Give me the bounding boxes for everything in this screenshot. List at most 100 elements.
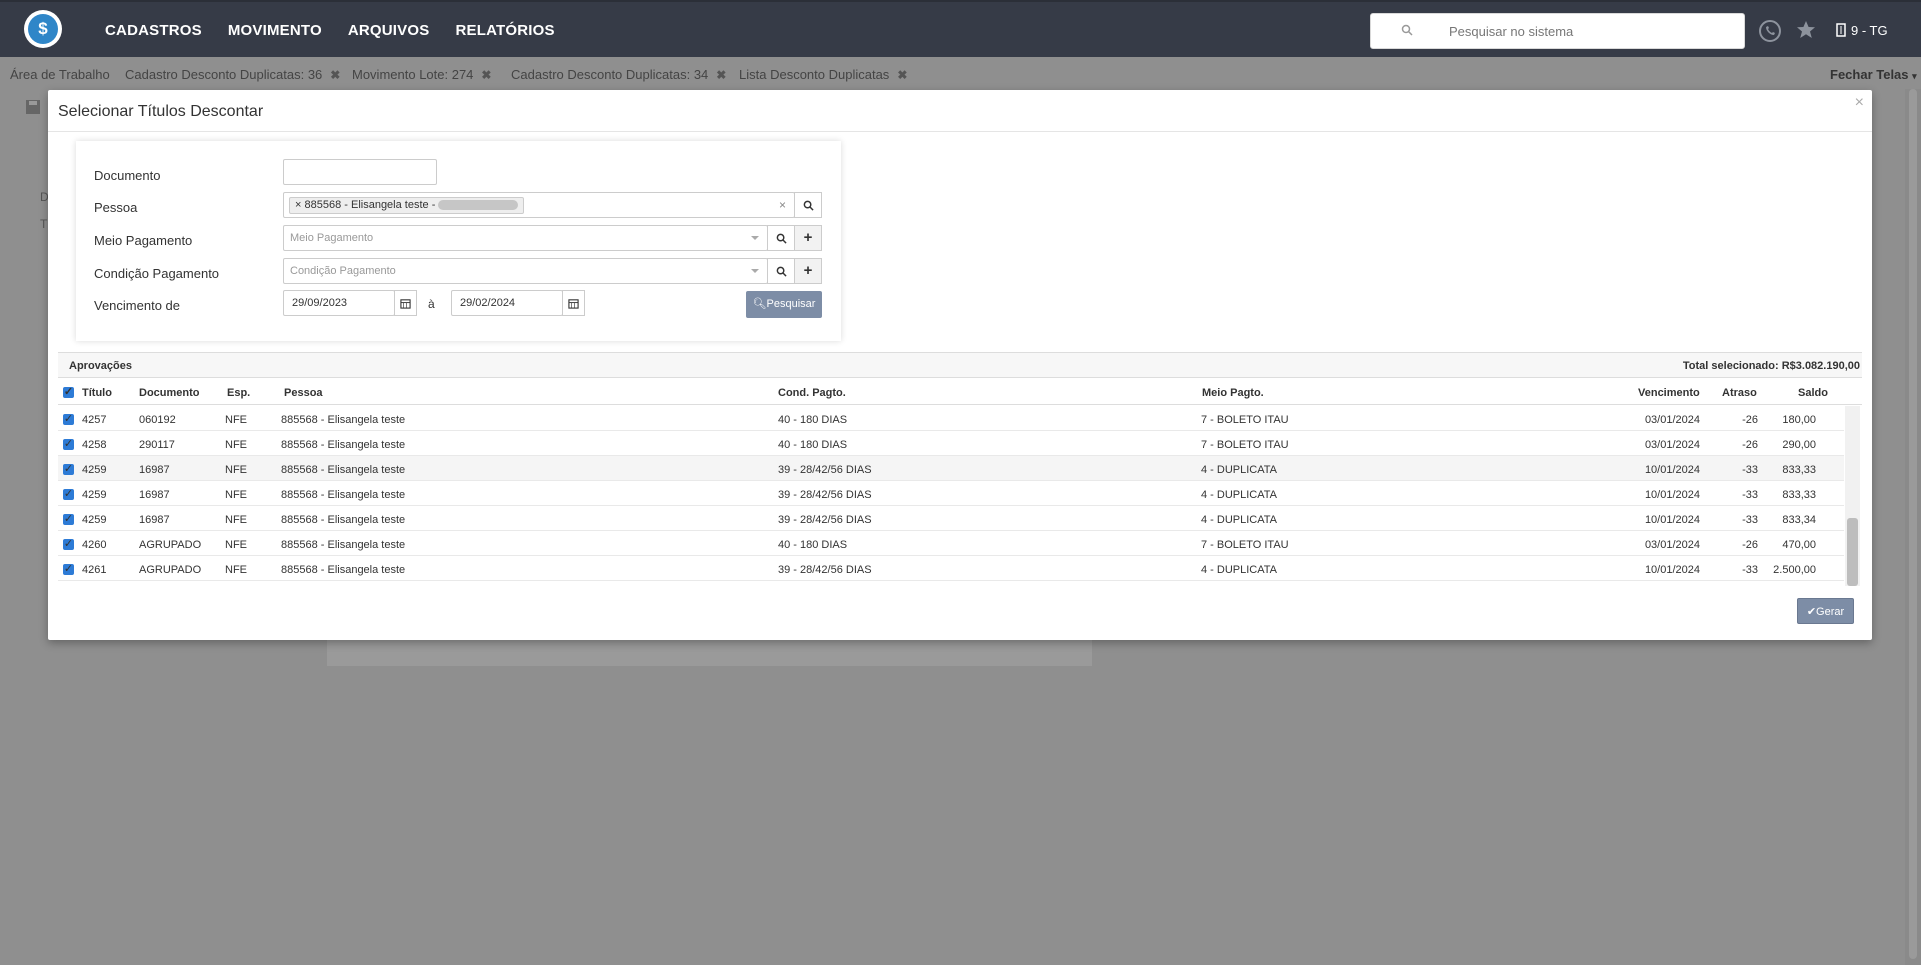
col-documento[interactable]: Documento <box>139 387 200 399</box>
col-especie[interactable]: Esp. <box>227 387 250 399</box>
documento-label: Documento <box>94 168 161 183</box>
grid-column-header: ✓ Título Documento Esp. Pessoa Cond. Pag… <box>58 379 1862 405</box>
cell-cond-pagto: 39 - 28/42/56 DIAS <box>778 564 872 576</box>
vencimento-de-value: 29/09/2023 <box>292 297 348 309</box>
condicao-pagamento-select[interactable]: Condição Pagamento <box>283 258 768 284</box>
meio-pagamento-label: Meio Pagamento <box>94 233 193 248</box>
row-checkbox[interactable]: ✓ <box>63 464 74 475</box>
vencimento-de-input[interactable]: 29/09/2023 <box>283 290 395 316</box>
app-logo[interactable]: $ <box>24 10 62 48</box>
meio-pagamento-add-button[interactable]: + <box>794 225 822 251</box>
tab-lista-desconto[interactable]: Lista Desconto Duplicatas ✖ <box>739 67 907 82</box>
row-checkbox[interactable]: ✓ <box>63 489 74 500</box>
cell-vencimento: 03/01/2024 <box>1644 439 1700 451</box>
cell-vencimento: 10/01/2024 <box>1644 514 1700 526</box>
modal-divider <box>48 131 1872 132</box>
grid-scrollbar[interactable] <box>1845 406 1860 586</box>
table-row[interactable]: ✓ 4261 AGRUPADO NFE 885568 - Elisangela test… <box>58 556 1844 581</box>
select-all-checkbox[interactable]: ✓ <box>63 387 74 398</box>
close-icon[interactable]: ✖ <box>716 68 726 82</box>
col-vencimento[interactable]: Vencimento <box>1638 387 1700 399</box>
redacted-text <box>438 200 519 211</box>
vencimento-ate-calendar-button[interactable] <box>562 290 585 316</box>
col-cond-pagto[interactable]: Cond. Pagto. <box>778 387 846 399</box>
grid-scrollbar-thumb[interactable] <box>1847 518 1858 586</box>
vencimento-de-calendar-button[interactable] <box>394 290 417 316</box>
table-row[interactable]: ✓ 4260 AGRUPADO NFE 885568 - Elisangela test… <box>58 531 1844 556</box>
pessoa-search-button[interactable] <box>794 192 822 218</box>
table-row[interactable]: ✓ 4257 060192 NFE 885568 - Elisangela teste 4… <box>58 406 1844 431</box>
menu-cadastros[interactable]: CADASTROS <box>105 22 202 39</box>
table-row[interactable]: ✓ 4259 16987 NFE 885568 - Elisangela teste 39… <box>58 506 1844 531</box>
col-meio-pagto[interactable]: Meio Pagto. <box>1202 387 1264 399</box>
system-search-input[interactable]: Pesquisar no sistema <box>1370 13 1745 49</box>
grid-section-title: Aprovações <box>69 360 132 372</box>
page-scrollbar-thumb[interactable] <box>1909 89 1917 959</box>
meio-pagamento-search-button[interactable] <box>767 225 795 251</box>
close-icon[interactable]: × <box>1855 94 1864 112</box>
tab-label: Movimento Lote: 274 <box>352 67 474 82</box>
menu-movimento[interactable]: MOVIMENTO <box>228 22 322 39</box>
condicao-pagamento-add-button[interactable]: + <box>794 258 822 284</box>
close-icon[interactable]: ✖ <box>481 68 491 82</box>
row-checkbox[interactable]: ✓ <box>63 414 74 425</box>
cell-especie: NFE <box>225 439 247 451</box>
save-icon[interactable] <box>25 99 41 115</box>
gerar-button[interactable]: ✔Gerar <box>1797 598 1854 624</box>
tab-area-de-trabalho[interactable]: Área de Trabalho <box>10 67 110 82</box>
cell-atraso: -33 <box>1742 514 1758 526</box>
close-icon[interactable]: ✖ <box>897 68 907 82</box>
cell-vencimento: 03/01/2024 <box>1644 414 1700 426</box>
row-checkbox[interactable]: ✓ <box>63 439 74 450</box>
fechar-telas-label: Fechar Telas <box>1830 67 1909 82</box>
vencimento-ate-input[interactable]: 29/02/2024 <box>451 290 563 316</box>
search-icon <box>776 266 787 277</box>
row-checkbox[interactable]: ✓ <box>63 564 74 575</box>
condicao-pagamento-search-button[interactable] <box>767 258 795 284</box>
cell-titulo: 4261 <box>82 564 107 576</box>
pessoa-select[interactable]: × 885568 - Elisangela teste - × <box>283 192 795 218</box>
meio-pagamento-select[interactable]: Meio Pagamento <box>283 225 768 251</box>
star-icon[interactable] <box>1796 20 1816 40</box>
whatsapp-icon[interactable] <box>1758 19 1782 43</box>
pesquisar-button[interactable]: 🔍︎Pesquisar <box>746 291 822 318</box>
menu-arquivos[interactable]: ARQUIVOS <box>348 22 430 39</box>
condicao-pagamento-label: Condição Pagamento <box>94 266 220 281</box>
background-label-t: T <box>40 217 48 231</box>
cell-meio-pagto: 7 - BOLETO ITAU <box>1201 439 1289 451</box>
table-row[interactable]: ✓ 4259 16987 NFE 885568 - Elisangela teste 39… <box>58 456 1844 481</box>
remove-tag-icon[interactable]: × <box>295 199 301 211</box>
cell-atraso: -33 <box>1742 564 1758 576</box>
cell-atraso: -33 <box>1742 489 1758 501</box>
col-pessoa[interactable]: Pessoa <box>284 387 323 399</box>
building-icon <box>1836 23 1846 37</box>
clear-icon[interactable]: × <box>779 198 786 212</box>
user-company[interactable]: 9 - TG <box>1851 23 1888 38</box>
cell-titulo: 4259 <box>82 514 107 526</box>
table-row[interactable]: ✓ 4258 290117 NFE 885568 - Elisangela teste 4… <box>58 431 1844 456</box>
plus-icon: + <box>803 262 813 279</box>
tab-movimento-lote-274[interactable]: Movimento Lote: 274 ✖ <box>352 67 491 82</box>
pessoa-label: Pessoa <box>94 200 138 215</box>
close-icon[interactable]: ✖ <box>330 68 340 82</box>
row-checkbox[interactable]: ✓ <box>63 514 74 525</box>
col-atraso[interactable]: Atraso <box>1722 387 1757 399</box>
row-checkbox[interactable]: ✓ <box>63 539 74 550</box>
cell-vencimento: 03/01/2024 <box>1644 539 1700 551</box>
menu-relatorios[interactable]: RELATÓRIOS <box>455 22 554 39</box>
tab-cadastro-desconto-36[interactable]: Cadastro Desconto Duplicatas: 36 ✖ <box>117 60 349 90</box>
page-scrollbar[interactable] <box>1905 89 1921 965</box>
table-row[interactable]: ✓ 4259 16987 NFE 885568 - Elisangela teste 39… <box>58 481 1844 506</box>
col-saldo[interactable]: Saldo <box>1798 387 1828 399</box>
cell-meio-pagto: 4 - DUPLICATA <box>1201 564 1277 576</box>
col-titulo[interactable]: Título <box>82 387 112 399</box>
cell-cond-pagto: 39 - 28/42/56 DIAS <box>778 514 872 526</box>
cell-cond-pagto: 40 - 180 DIAS <box>778 414 848 426</box>
documento-input[interactable] <box>283 159 437 185</box>
cell-atraso: -26 <box>1742 539 1758 551</box>
fechar-telas-dropdown[interactable]: Fechar Telas ▾ <box>1830 67 1917 82</box>
cell-atraso: -33 <box>1742 464 1758 476</box>
search-icon <box>803 200 814 211</box>
cell-saldo: 833,34 <box>1782 514 1816 526</box>
tab-cadastro-desconto-34[interactable]: Cadastro Desconto Duplicatas: 34 ✖ <box>511 67 726 82</box>
